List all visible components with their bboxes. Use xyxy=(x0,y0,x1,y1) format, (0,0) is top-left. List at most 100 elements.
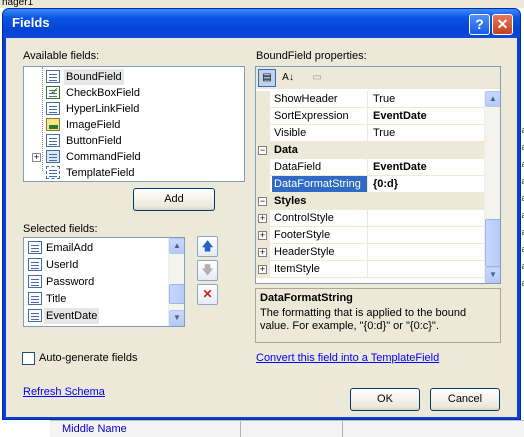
property-row-visible[interactable]: Visible True xyxy=(256,125,484,142)
property-row-dataformatstring[interactable]: DataFormatString {0:d} xyxy=(256,176,484,193)
property-name: DataFormatString xyxy=(272,176,368,192)
property-value[interactable]: True xyxy=(370,91,484,107)
selected-fields-list[interactable]: EmailAdd UserId Password Title EventDate… xyxy=(23,237,185,327)
move-down-button[interactable]: 🡇 xyxy=(197,260,218,281)
collapse-styles-icon[interactable]: − xyxy=(258,197,267,206)
property-grid-scrollbar[interactable]: ▲ ▼ xyxy=(484,91,500,283)
property-pages-icon[interactable]: ▭ xyxy=(308,69,326,87)
background-title-fragment: nager1 xyxy=(2,0,34,8)
scroll-down-icon[interactable]: ▼ xyxy=(169,310,184,326)
cancel-button[interactable]: Cancel xyxy=(430,388,500,411)
expand-icon[interactable]: + xyxy=(258,214,267,223)
row-margin xyxy=(256,159,270,176)
collapse-data-icon[interactable]: − xyxy=(258,146,267,155)
template-field-icon xyxy=(46,166,60,179)
row-margin xyxy=(256,108,270,125)
available-fields-tree[interactable]: BoundField CheckBoxField HyperLinkField … xyxy=(23,66,245,182)
property-row-sortexpression[interactable]: SortExpression EventDate xyxy=(256,108,484,125)
property-name: ControlStyle xyxy=(272,210,368,226)
property-grid[interactable]: ▤ A↓ ▭ ShowHeader True SortExpression Ev… xyxy=(255,66,501,284)
expand-icon[interactable]: + xyxy=(258,248,267,257)
auto-generate-checkbox[interactable] xyxy=(22,352,35,365)
property-name: ItemStyle xyxy=(272,261,368,277)
image-field-icon xyxy=(46,118,60,131)
help-button[interactable]: ? xyxy=(469,14,490,35)
property-rows: ShowHeader True SortExpression EventDate… xyxy=(256,91,484,283)
background-window-strip: nager1 xyxy=(0,0,524,8)
tree-item-label: CheckBoxField xyxy=(66,87,140,99)
checkbox-field-icon xyxy=(46,84,60,100)
ok-button[interactable]: OK xyxy=(350,388,420,411)
property-name: SortExpression xyxy=(272,108,368,124)
category-styles[interactable]: − Styles xyxy=(256,193,484,210)
scroll-up-icon[interactable]: ▲ xyxy=(485,91,500,107)
property-row-itemstyle[interactable]: + ItemStyle xyxy=(256,261,484,278)
properties-label: BoundField properties: xyxy=(256,50,367,62)
property-row-datafield[interactable]: DataField EventDate xyxy=(256,159,484,176)
property-name: ShowHeader xyxy=(272,91,368,107)
bound-field-icon xyxy=(28,275,42,288)
bound-field-icon xyxy=(28,292,42,305)
scroll-up-icon[interactable]: ▲ xyxy=(169,238,184,254)
property-row-headerstyle[interactable]: + HeaderStyle xyxy=(256,244,484,261)
hyperlink-field-icon xyxy=(46,102,60,115)
expand-icon[interactable]: + xyxy=(258,231,267,240)
refresh-schema-link[interactable]: Refresh Schema xyxy=(23,386,105,398)
scroll-thumb[interactable] xyxy=(485,219,500,267)
list-item-label: Password xyxy=(46,276,95,288)
property-name: FooterStyle xyxy=(272,227,368,243)
category-label: Data xyxy=(274,144,298,156)
property-row-controlstyle[interactable]: + ControlStyle xyxy=(256,210,484,227)
close-button[interactable]: ✕ xyxy=(492,14,513,35)
property-name: Visible xyxy=(272,125,368,141)
fields-dialog: Fields ? ✕ Available fields: BoundField … xyxy=(2,8,521,420)
list-item-label: EventDate xyxy=(44,308,100,324)
description-title: DataFormatString xyxy=(260,292,353,304)
expand-icon[interactable]: + xyxy=(258,265,267,274)
property-row-showheader[interactable]: ShowHeader True xyxy=(256,91,484,108)
button-field-icon xyxy=(46,134,60,147)
tree-item-label: ButtonField xyxy=(66,135,122,147)
property-name: DataField xyxy=(272,159,368,175)
bound-field-icon xyxy=(28,241,42,254)
list-item-label: Title xyxy=(46,293,67,305)
move-up-button[interactable]: 🡅 xyxy=(197,236,218,257)
bound-field-icon xyxy=(28,258,42,271)
property-value[interactable]: EventDate xyxy=(370,108,484,124)
divider xyxy=(342,421,343,437)
property-value[interactable]: True xyxy=(370,125,484,141)
list-item-label: EmailAdd xyxy=(46,242,94,254)
row-margin xyxy=(256,91,270,108)
property-value[interactable]: EventDate xyxy=(370,159,484,175)
property-toolbar: ▤ A↓ ▭ xyxy=(256,67,500,89)
auto-generate-label: Auto-generate fields xyxy=(39,352,138,364)
convert-templatefield-link[interactable]: Convert this field into a TemplateField xyxy=(256,352,439,364)
property-value-input[interactable]: {0:d} xyxy=(370,176,484,192)
property-description-panel: DataFormatString The formatting that is … xyxy=(255,288,501,343)
command-field-icon xyxy=(46,150,60,163)
property-name: HeaderStyle xyxy=(272,244,368,260)
scroll-thumb[interactable] xyxy=(169,284,184,304)
selected-fields-label: Selected fields: xyxy=(23,223,98,235)
category-data[interactable]: − Data xyxy=(256,142,484,159)
bound-field-icon xyxy=(28,309,42,322)
background-grid-row: Middle Name xyxy=(50,420,524,437)
tree-item-label: HyperLinkField xyxy=(66,103,140,115)
categorized-icon[interactable]: ▤ xyxy=(258,69,276,87)
description-text: The formatting that is applied to the bo… xyxy=(260,307,467,332)
bound-field-icon xyxy=(46,70,60,83)
tree-item-label: BoundField xyxy=(64,69,124,85)
alphabetical-icon[interactable]: A↓ xyxy=(279,69,297,87)
title-bar[interactable]: Fields ? ✕ xyxy=(3,9,520,38)
tree-item-label: ImageField xyxy=(66,119,121,131)
tree-item-label: CommandField xyxy=(66,151,141,163)
row-margin xyxy=(256,125,270,142)
expand-commandfield-icon[interactable]: + xyxy=(32,153,41,162)
available-fields-label: Available fields: xyxy=(23,50,100,62)
category-label: Styles xyxy=(274,195,307,207)
selected-fields-scrollbar[interactable]: ▲ ▼ xyxy=(168,238,184,326)
delete-field-button[interactable]: ✕ xyxy=(197,284,218,305)
add-button[interactable]: Add xyxy=(133,188,215,211)
scroll-down-icon[interactable]: ▼ xyxy=(485,267,500,283)
property-row-footerstyle[interactable]: + FooterStyle xyxy=(256,227,484,244)
